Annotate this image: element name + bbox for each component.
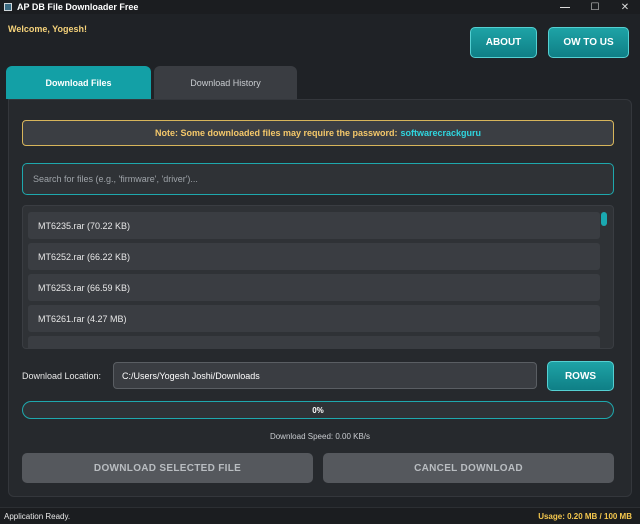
how-to-use-button[interactable]: OW TO US	[548, 27, 629, 58]
file-list-scrollbar[interactable]	[601, 212, 607, 342]
list-item[interactable]: MT6261.rar (4.27 MB)	[28, 305, 600, 332]
download-location-input[interactable]	[113, 362, 537, 389]
note-password: softwarecrackguru	[400, 128, 482, 138]
list-item-partial[interactable]	[28, 336, 600, 348]
list-item[interactable]: MT6253.rar (66.59 KB)	[28, 274, 600, 301]
cancel-download-button[interactable]: CANCEL DOWNLOAD	[323, 453, 614, 483]
search-input[interactable]	[22, 163, 614, 195]
list-item[interactable]: MT6252.rar (66.22 KB)	[28, 243, 600, 270]
file-list: MT6235.rar (70.22 KB) MT6252.rar (66.22 …	[22, 205, 614, 349]
password-note: Note: Some downloaded files may require …	[22, 120, 614, 146]
tab-download-history[interactable]: Download History	[154, 66, 297, 99]
download-speed: Download Speed: 0.00 KB/s	[269, 432, 371, 441]
welcome-text: Welcome, Yogesh!	[8, 24, 88, 34]
scrollbar-thumb[interactable]	[601, 212, 607, 226]
header	[0, 14, 640, 68]
about-button[interactable]: ABOUT	[470, 27, 537, 58]
window-title: AP DB File Downloader Free	[17, 2, 139, 12]
close-icon[interactable]: ✕	[610, 0, 640, 14]
minimize-icon[interactable]: —	[550, 0, 580, 14]
browse-button[interactable]: ROWS	[547, 361, 614, 391]
download-selected-button[interactable]: DOWNLOAD SELECTED FILE	[22, 453, 313, 483]
download-progress-bar: 0%	[22, 401, 614, 419]
download-location-label: Download Location:	[22, 371, 102, 381]
note-text: Note: Some downloaded files may require …	[154, 128, 398, 138]
list-item[interactable]: MT6235.rar (70.22 KB)	[28, 212, 600, 239]
usage-text: Usage: 0.20 MB / 100 MB	[538, 512, 632, 521]
status-text: Application Ready.	[4, 512, 71, 521]
window-controls: — ☐ ✕	[550, 0, 640, 14]
tab-download-files[interactable]: Download Files	[6, 66, 151, 99]
app-icon	[4, 3, 12, 11]
title-bar: AP DB File Downloader Free — ☐ ✕	[0, 0, 640, 14]
status-bar: Application Ready. Usage: 0.20 MB / 100 …	[0, 507, 640, 524]
maximize-icon[interactable]: ☐	[580, 0, 610, 14]
progress-text: 0%	[312, 405, 324, 415]
